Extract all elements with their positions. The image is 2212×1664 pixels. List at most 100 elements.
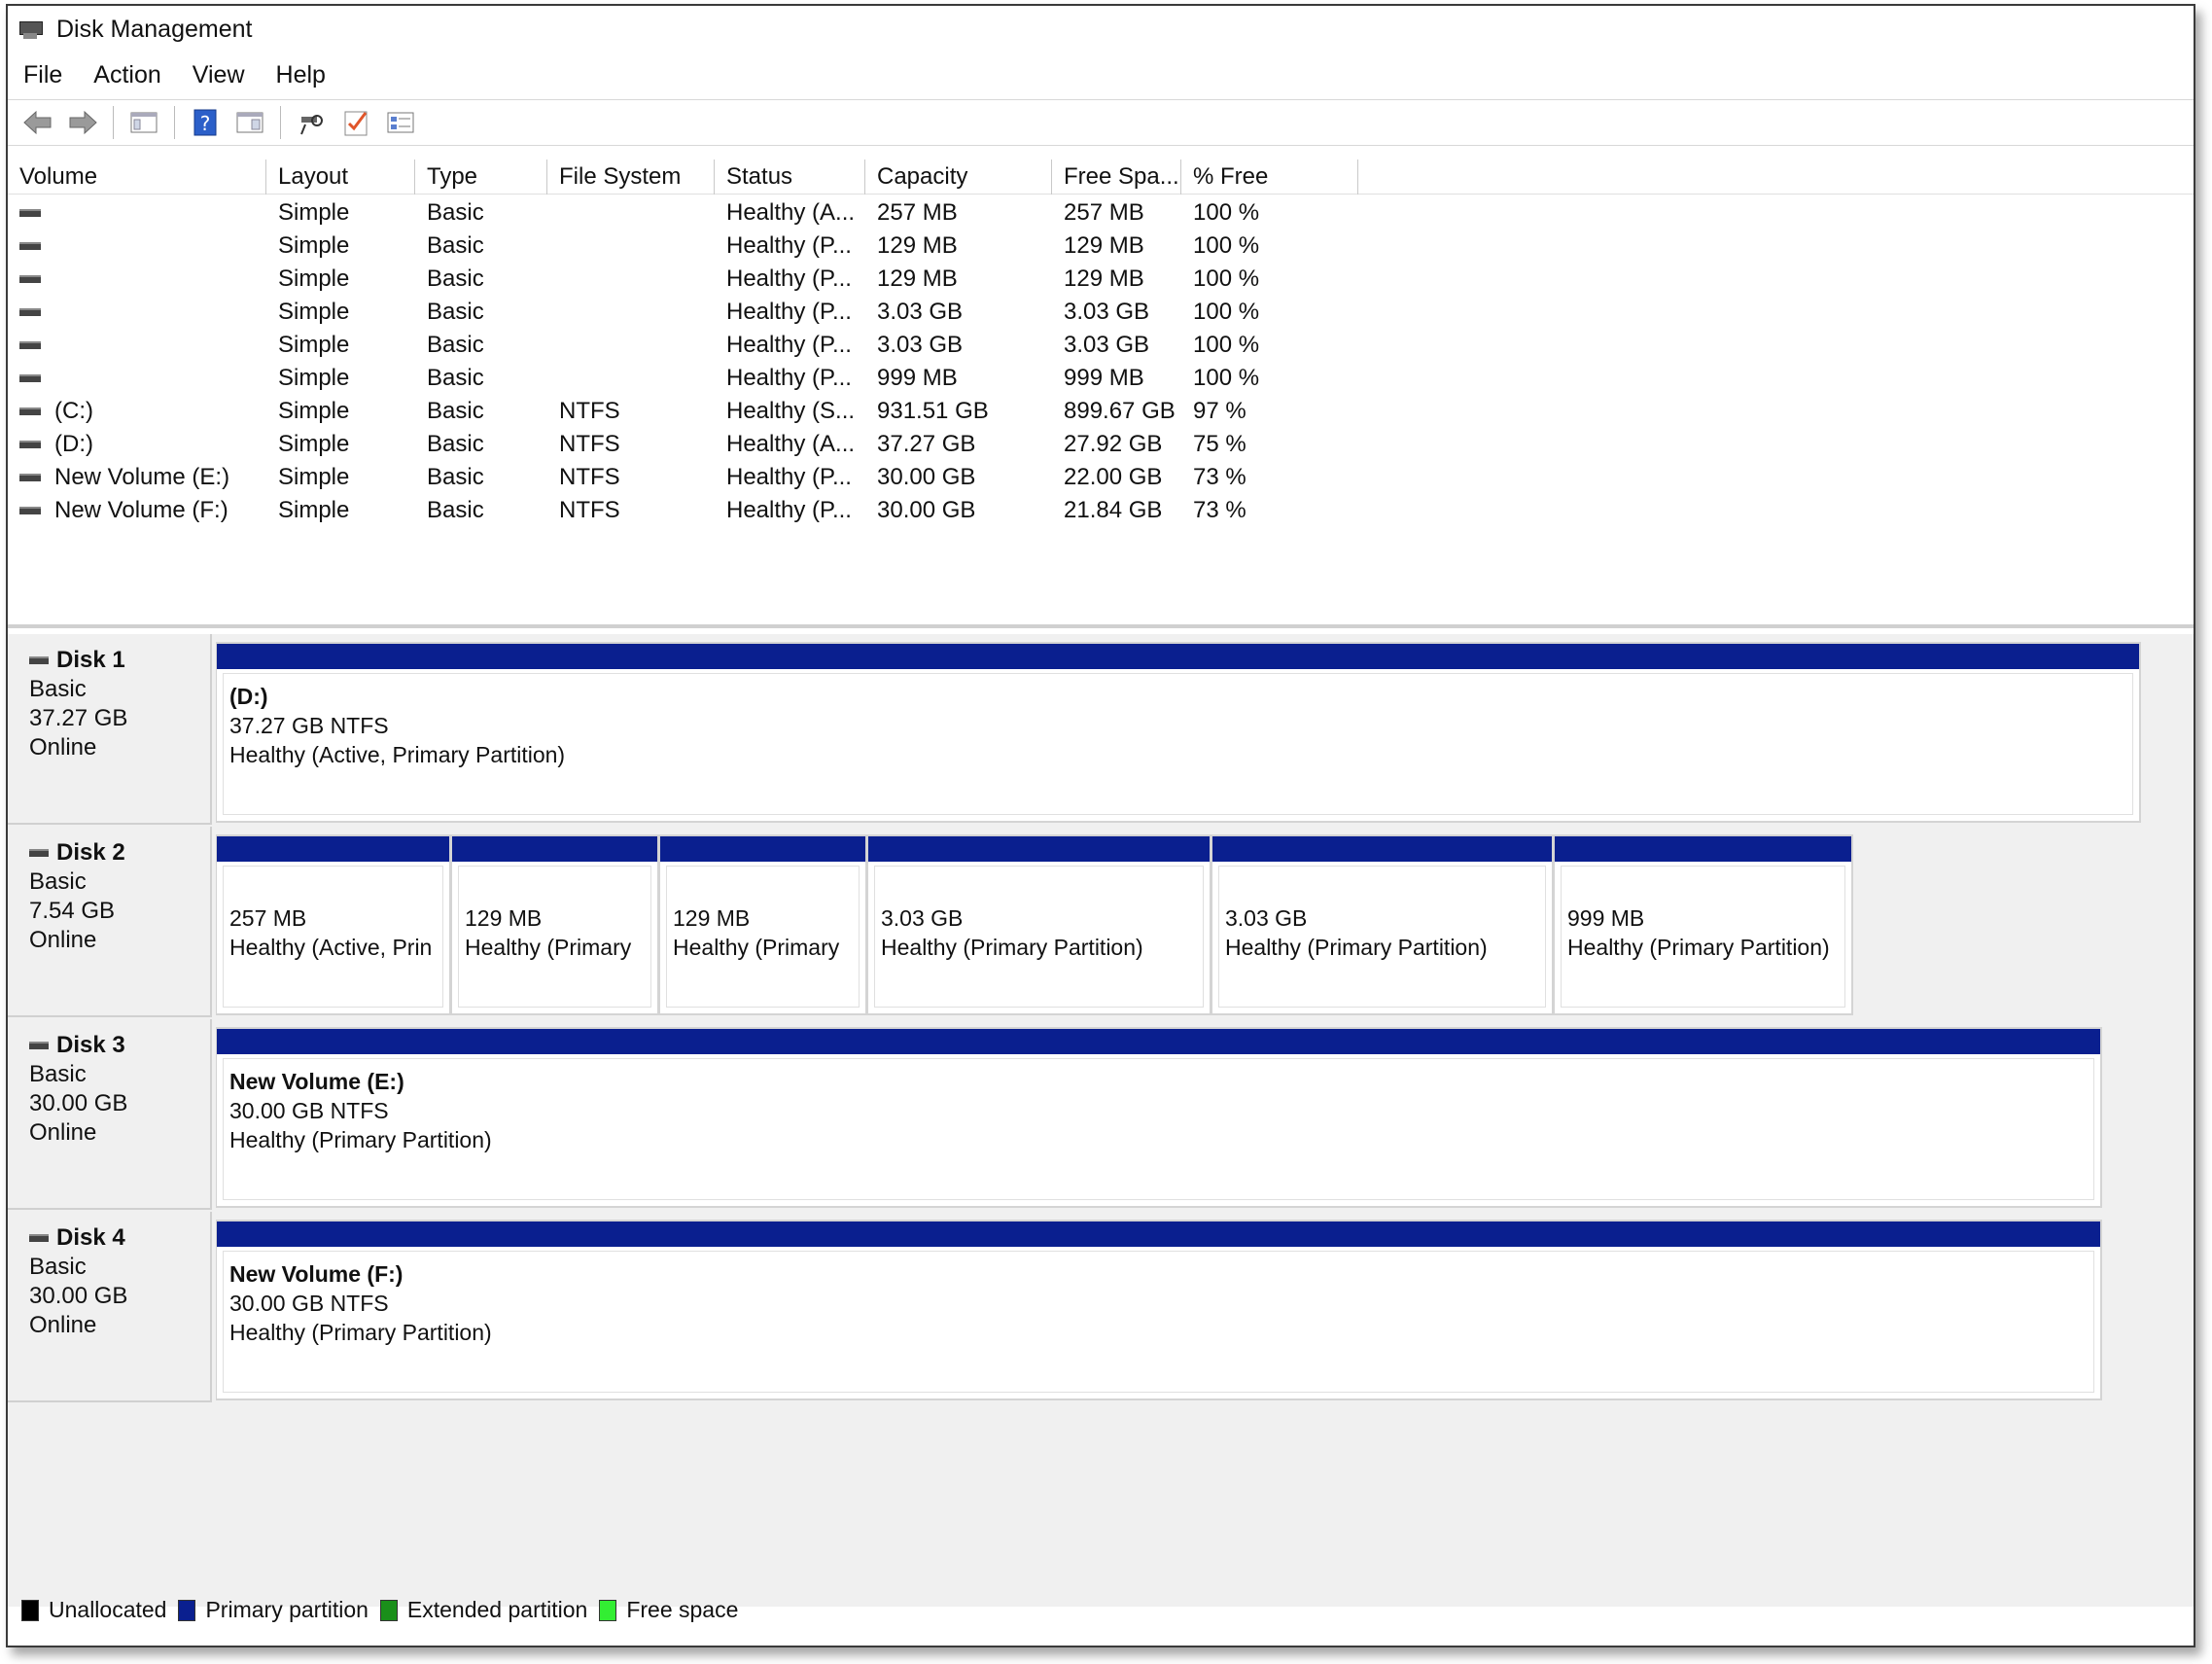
table-row[interactable]: Simple Basic Healthy (P... 3.03 GB 3.03 GB 10… — [8, 329, 2194, 362]
partition-block[interactable]: (D:) 37.27 GB NTFS Healthy (Active, Primar… — [216, 642, 2141, 823]
disk-label[interactable]: Disk 3 Basic 30.00 GB Online — [8, 1019, 212, 1210]
column-file-system[interactable]: File System — [547, 159, 715, 195]
partition-spacer — [881, 874, 1203, 903]
primary-partition-bar — [660, 836, 865, 862]
partition-size: 37.27 GB NTFS — [229, 713, 389, 738]
table-row[interactable]: Simple Basic Healthy (P... 999 MB 999 MB 100 … — [8, 362, 2194, 395]
table-cell: 100 % — [1193, 299, 1260, 325]
table-row[interactable]: Simple Basic Healthy (P... 129 MB 129 MB 100 … — [8, 230, 2194, 263]
table-row[interactable]: Simple Basic Healthy (A... 257 MB 257 MB 100 … — [8, 196, 2194, 230]
partition-info: New Volume (E:) 30.00 GB NTFS Healthy (Pri… — [223, 1058, 2094, 1200]
table-cell: 97 % — [1193, 398, 1246, 424]
partition-block[interactable]: 129 MB Healthy (Primary — [451, 834, 659, 1015]
partition-strip: New Volume (F:) 30.00 GB NTFS Healthy (Pri… — [216, 1220, 2102, 1400]
partition-size: 30.00 GB NTFS — [229, 1098, 389, 1123]
check-icon[interactable] — [339, 106, 372, 139]
menu-help[interactable]: Help — [276, 61, 326, 89]
table-cell: 37.27 GB — [877, 431, 976, 457]
disk-name: Disk 2 — [56, 839, 125, 866]
partition-block[interactable]: 3.03 GB Healthy (Primary Partition) — [867, 834, 1211, 1015]
table-cell: Simple — [278, 464, 350, 490]
partition-status: Healthy (Primary Partition) — [1567, 935, 1830, 960]
table-row[interactable]: New Volume (F:) Simple Basic NTFS Healthy (P… — [8, 494, 2194, 527]
disk-name: Disk 1 — [56, 647, 125, 673]
partition-block[interactable]: 129 MB Healthy (Primary — [659, 834, 867, 1015]
table-cell: 100 % — [1193, 365, 1260, 391]
table-cell: 75 % — [1193, 431, 1246, 457]
back-icon[interactable] — [21, 106, 54, 139]
table-row[interactable]: (C:) Simple Basic NTFS Healthy (S... 931.51 G… — [8, 395, 2194, 428]
table-cell: Basic — [427, 266, 484, 292]
menu-view[interactable]: View — [193, 61, 245, 89]
partition-name: New Volume (F:) — [229, 1261, 404, 1287]
disk-label[interactable]: Disk 2 Basic 7.54 GB Online — [8, 827, 212, 1017]
console-tree-icon[interactable] — [127, 106, 160, 139]
column-status[interactable]: Status — [715, 159, 865, 195]
drive-icon — [19, 374, 41, 382]
rescan-disks-icon[interactable] — [295, 106, 328, 139]
table-row[interactable]: Simple Basic Healthy (P... 129 MB 129 MB 100 … — [8, 263, 2194, 296]
legend: Unallocated Primary partition Extended par… — [21, 1597, 750, 1623]
list-view-icon[interactable] — [384, 106, 417, 139]
legend-item: Primary partition — [178, 1597, 369, 1623]
disk-row: Disk 1 Basic 37.27 GB Online (D:) 37.27 GB NT… — [8, 634, 2194, 825]
partition-block[interactable]: 257 MB Healthy (Active, Prin — [216, 834, 451, 1015]
column-layout[interactable]: Layout — [266, 159, 415, 195]
forward-icon[interactable] — [66, 106, 99, 139]
column-volume[interactable]: Volume — [8, 159, 266, 195]
disk-size: 30.00 GB — [29, 1283, 128, 1309]
table-cell: Healthy (P... — [726, 232, 852, 259]
primary-partition-bar — [1212, 836, 1552, 862]
partition-spacer — [229, 874, 442, 903]
partition-block[interactable]: 3.03 GB Healthy (Primary Partition) — [1211, 834, 1554, 1015]
table-row[interactable]: New Volume (E:) Simple Basic NTFS Healthy (P… — [8, 461, 2194, 494]
table-cell: Simple — [278, 232, 350, 259]
table-row[interactable]: Simple Basic Healthy (P... 3.03 GB 3.03 GB 10… — [8, 296, 2194, 329]
column-percent-free[interactable]: % Free — [1181, 159, 1358, 195]
partition-info: 3.03 GB Healthy (Primary Partition) — [874, 866, 1204, 1008]
volume-list-header: Volume Layout Type File System Status Ca… — [8, 159, 2194, 195]
volume-cell — [8, 242, 266, 250]
partition-size: 129 MB — [465, 905, 543, 931]
partition-block[interactable]: 999 MB Healthy (Primary Partition) — [1554, 834, 1853, 1015]
column-capacity[interactable]: Capacity — [865, 159, 1052, 195]
drive-icon — [19, 474, 41, 481]
partition-size: 257 MB — [229, 905, 307, 931]
disk-state: Online — [29, 1119, 97, 1146]
partition-block[interactable]: New Volume (E:) 30.00 GB NTFS Healthy (Pri… — [216, 1027, 2102, 1208]
partition-status: Healthy (Active, Prin — [229, 935, 433, 960]
table-row[interactable]: (D:) Simple Basic NTFS Healthy (A... 37.27 GB… — [8, 428, 2194, 461]
drive-icon — [19, 275, 41, 283]
volume-name: (D:) — [54, 431, 93, 457]
table-cell: NTFS — [559, 464, 620, 490]
partition-status: Healthy (Primary Partition) — [881, 935, 1143, 960]
volume-list: Volume Layout Type File System Status Ca… — [8, 152, 2194, 628]
volume-cell: (C:) — [8, 398, 266, 425]
volume-cell: New Volume (E:) — [8, 464, 266, 491]
help-icon[interactable]: ? — [189, 106, 222, 139]
table-cell: Healthy (P... — [726, 365, 852, 391]
table-cell: Simple — [278, 199, 350, 226]
column-free-space[interactable]: Free Spa... — [1052, 159, 1181, 195]
drive-icon — [19, 242, 41, 250]
legend-label: Primary partition — [205, 1597, 369, 1622]
disk-management-app-icon — [18, 18, 45, 41]
column-type[interactable]: Type — [415, 159, 547, 195]
partition-block[interactable]: New Volume (F:) 30.00 GB NTFS Healthy (Pri… — [216, 1220, 2102, 1400]
disk-icon — [29, 656, 49, 664]
table-cell: 22.00 GB — [1064, 464, 1163, 490]
menu-file[interactable]: File — [23, 61, 62, 89]
menu-bar: File Action View Help — [8, 54, 357, 95]
partition-spacer — [465, 874, 650, 903]
table-cell: Simple — [278, 299, 350, 325]
partition-info: New Volume (F:) 30.00 GB NTFS Healthy (Pri… — [223, 1251, 2094, 1393]
disk-name: Disk 3 — [56, 1032, 125, 1058]
menu-action[interactable]: Action — [93, 61, 160, 89]
disk-label[interactable]: Disk 4 Basic 30.00 GB Online — [8, 1212, 212, 1402]
partition-status: Healthy (Primary Partition) — [1225, 935, 1488, 960]
disk-state: Online — [29, 1312, 97, 1338]
disk-name-line: Disk 2 — [29, 838, 210, 867]
disk-label[interactable]: Disk 1 Basic 37.27 GB Online — [8, 634, 212, 825]
properties-icon[interactable] — [233, 106, 266, 139]
table-cell: Basic — [427, 497, 484, 523]
